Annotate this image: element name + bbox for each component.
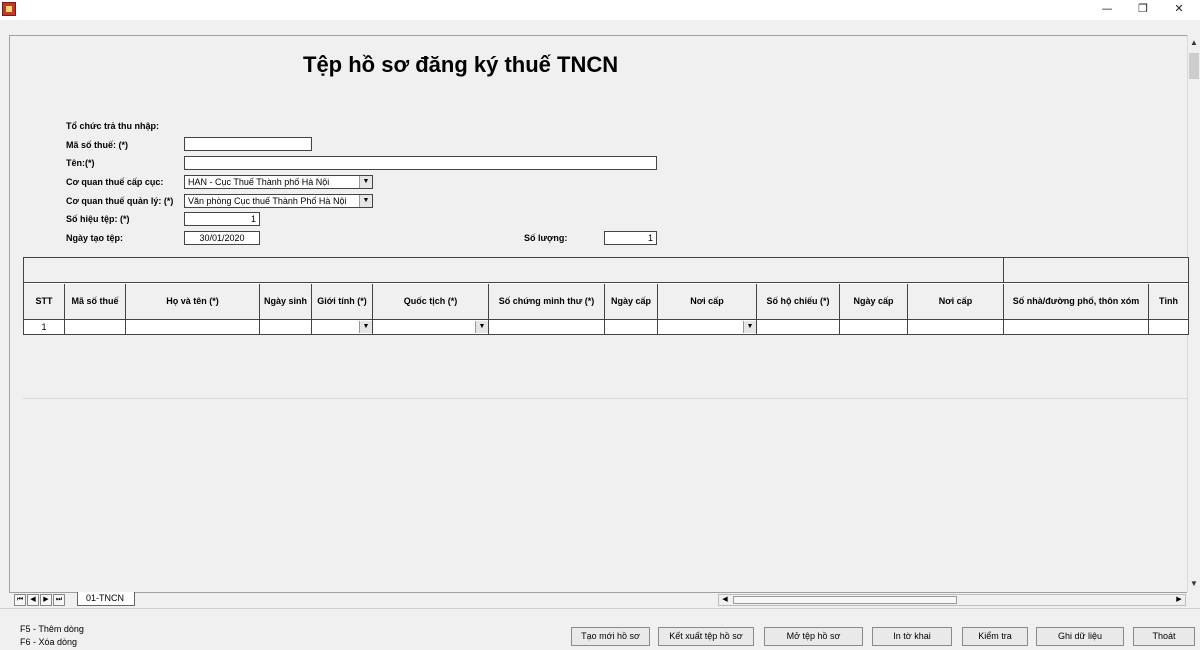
tax-code-field[interactable] (184, 137, 312, 151)
grid-group-band (1004, 258, 1188, 283)
office-label: Cơ quan thuế quản lý: (*) (66, 196, 174, 206)
export-file-button[interactable]: Kết xuất tệp hồ sơ (658, 627, 754, 646)
tab-01-tncn[interactable]: 01-TNCN (77, 592, 136, 606)
employee-grid: STT Mã số thuế Họ và tên (*) Ngày sinh G… (23, 257, 1189, 335)
vertical-scroll-thumb[interactable] (1189, 53, 1199, 79)
table-cell[interactable] (1149, 320, 1188, 334)
new-file-button[interactable]: Tạo mới hồ sơ (571, 627, 650, 646)
chevron-down-icon[interactable]: ▼ (359, 176, 372, 188)
scroll-right-icon[interactable]: ▶ (1173, 595, 1185, 605)
dept-label: Cơ quan thuế cấp cục: (66, 177, 164, 187)
table-cell[interactable] (757, 320, 840, 334)
table-cell[interactable] (126, 320, 260, 334)
table-cell[interactable] (605, 320, 658, 334)
next-sheet-icon[interactable]: ▶ (40, 594, 52, 606)
window-titlebar: — ❐ ✕ (0, 0, 1200, 20)
chevron-down-icon[interactable]: ▼ (475, 321, 488, 333)
col-header: Quốc tịch (*) (373, 284, 489, 319)
hint-add-row: F5 - Thêm dòng (20, 624, 84, 634)
col-header: Số hộ chiếu (*) (757, 284, 840, 319)
horizontal-scrollbar[interactable]: ◀ ▶ (718, 594, 1186, 606)
horizontal-scroll-thumb[interactable] (733, 596, 957, 604)
created-date-label: Ngày tạo tệp: (66, 233, 124, 243)
print-button[interactable]: In tờ khai (872, 627, 952, 646)
prev-sheet-icon[interactable]: ◀ (27, 594, 39, 606)
divider (23, 398, 1187, 399)
col-header: Nơi cấp (658, 284, 757, 319)
table-cell[interactable]: 1 (24, 320, 65, 334)
bottom-bar: F5 - Thêm dòng F6 - Xóa dòng Tạo mới hồ … (0, 608, 1200, 650)
page-title: Tệp hồ sơ đăng ký thuế TNCN (303, 52, 619, 77)
restore-button[interactable]: ❐ (1125, 0, 1161, 20)
first-sheet-icon[interactable]: ⏮ (14, 594, 26, 606)
sheet-tab-bar: ⏮ ◀ ▶ ⏭ 01-TNCN ◀ ▶ (9, 592, 1187, 606)
chevron-down-icon[interactable]: ▼ (359, 195, 372, 207)
last-sheet-icon[interactable]: ⏭ (53, 594, 65, 606)
gender-select-cell[interactable]: ▼ (312, 320, 373, 334)
chevron-down-icon[interactable]: ▼ (743, 321, 756, 333)
dept-select-value: HAN - Cục Thuế Thành phố Hà Nội (188, 177, 330, 187)
nationality-select-cell[interactable]: ▼ (373, 320, 489, 334)
app-icon (2, 2, 16, 16)
hint-delete-row: F6 - Xóa dòng (20, 637, 78, 647)
col-header: Ngày cấp (840, 284, 908, 319)
col-header: Giới tính (*) (312, 284, 373, 319)
close-button[interactable]: ✕ (1161, 0, 1197, 20)
table-cell[interactable] (260, 320, 312, 334)
col-header: STT (24, 284, 65, 319)
col-header: Tỉnh (1149, 284, 1188, 319)
col-header: Số chứng minh thư (*) (489, 284, 605, 319)
scroll-down-icon[interactable]: ▼ (1188, 576, 1200, 592)
col-header: Mã số thuế (65, 284, 126, 319)
issue-place-select-cell[interactable]: ▼ (658, 320, 757, 334)
chevron-down-icon[interactable]: ▼ (359, 321, 372, 333)
col-header: Ngày cấp (605, 284, 658, 319)
file-no-field[interactable]: 1 (184, 212, 260, 226)
table-cell[interactable] (840, 320, 908, 334)
table-cell[interactable] (908, 320, 1004, 334)
col-header: Số nhà/đường phố, thôn xóm (1004, 284, 1149, 319)
office-select[interactable]: Văn phòng Cục thuế Thành Phố Hà Nội ▼ (184, 194, 373, 208)
table-cell[interactable] (1004, 320, 1149, 334)
name-label: Tên:(*) (66, 158, 95, 168)
org-label: Tổ chức trả thu nhập: (66, 121, 160, 131)
table-cell[interactable] (65, 320, 126, 334)
save-button[interactable]: Ghi dữ liệu (1036, 627, 1124, 646)
col-header: Họ và tên (*) (126, 284, 260, 319)
office-select-value: Văn phòng Cục thuế Thành Phố Hà Nội (188, 196, 347, 206)
scroll-up-icon[interactable]: ▲ (1188, 35, 1200, 51)
exit-button[interactable]: Thoát (1133, 627, 1195, 646)
col-header: Ngày sinh (260, 284, 312, 319)
check-button[interactable]: Kiểm tra (962, 627, 1028, 646)
name-field[interactable] (184, 156, 657, 170)
count-label: Số lượng: (524, 233, 568, 243)
file-no-label: Số hiệu tệp: (*) (66, 214, 130, 224)
tax-code-label: Mã số thuế: (*) (66, 140, 128, 150)
col-header: Nơi cấp (908, 284, 1004, 319)
scroll-left-icon[interactable]: ◀ (719, 595, 731, 605)
open-file-button[interactable]: Mở tệp hồ sơ (764, 627, 863, 646)
grid-group-band (24, 258, 1004, 283)
created-date-field[interactable]: 30/01/2020 (184, 231, 260, 245)
dept-select[interactable]: HAN - Cục Thuế Thành phố Hà Nội ▼ (184, 175, 373, 189)
count-field[interactable]: 1 (604, 231, 657, 245)
table-cell[interactable] (489, 320, 605, 334)
minimize-button[interactable]: — (1089, 0, 1125, 20)
